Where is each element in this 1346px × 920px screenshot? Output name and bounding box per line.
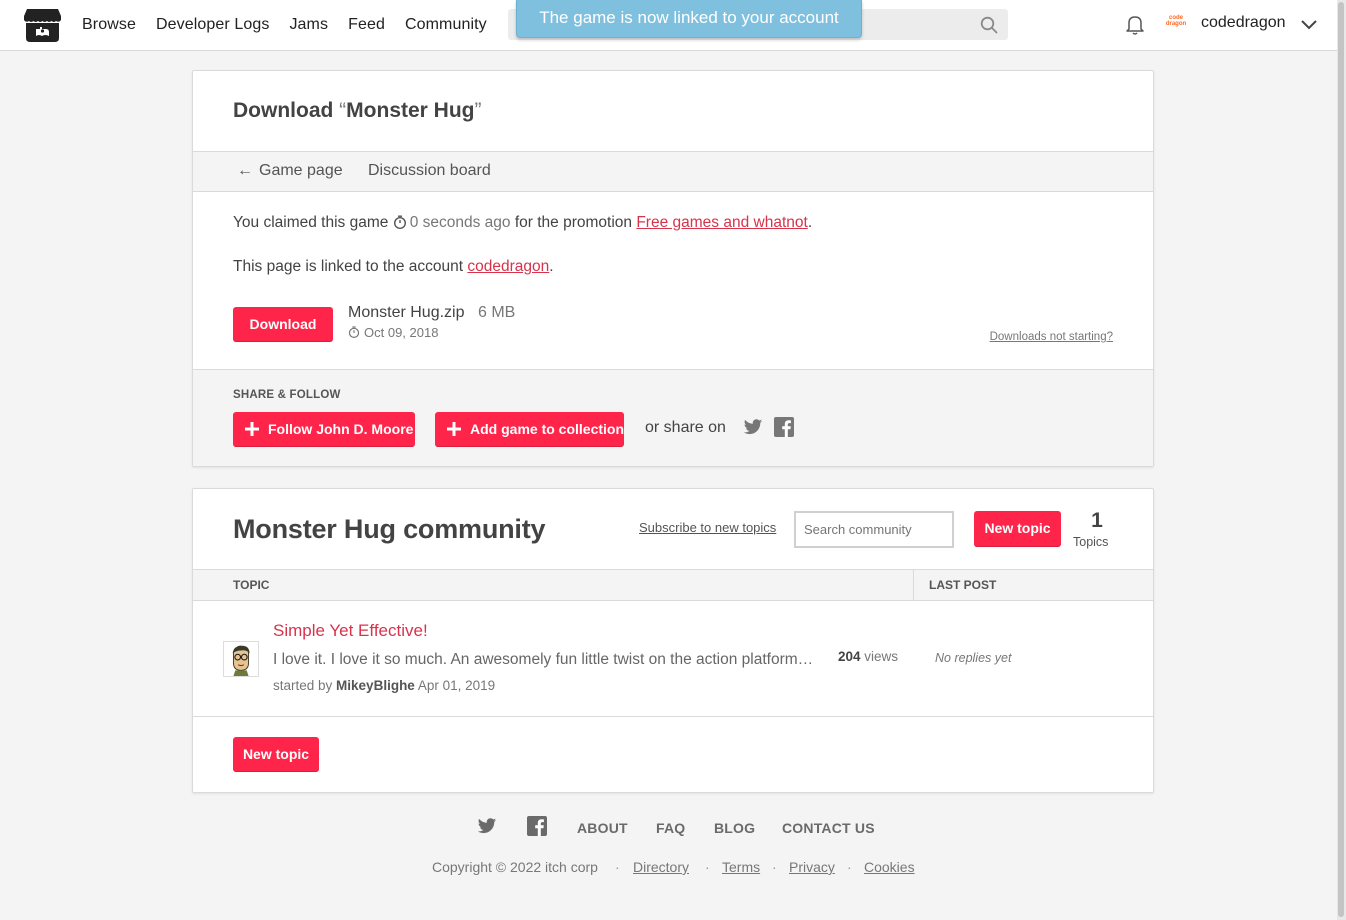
- twitter-icon[interactable]: [743, 419, 763, 436]
- footer-contact-link[interactable]: CONTACT US: [782, 820, 875, 836]
- footer-privacy-link[interactable]: Privacy: [789, 859, 835, 875]
- topic-count-label: Topics: [1073, 535, 1109, 549]
- share-on-label: or share on: [645, 419, 726, 436]
- plus-icon: [245, 422, 259, 436]
- community-title: Monster Hug community: [233, 514, 546, 544]
- community-search-input[interactable]: [794, 511, 954, 548]
- tab-discussion-board[interactable]: Discussion board: [368, 162, 491, 180]
- linked-account-info: This page is linked to the account coded…: [233, 258, 554, 275]
- itch-logo-icon[interactable]: [23, 7, 62, 43]
- follow-developer-button[interactable]: Follow John D. Moore: [233, 412, 415, 447]
- topic-excerpt: I love it. I love it so much. An awesome…: [273, 651, 821, 668]
- nav-feed[interactable]: Feed: [348, 16, 385, 34]
- topics-table-header: TOPIC LAST POST: [193, 569, 1153, 601]
- file-size: 6 MB: [478, 304, 516, 321]
- footer-about-link[interactable]: ABOUT: [577, 820, 628, 836]
- author-avatar[interactable]: [223, 641, 259, 677]
- claim-info: You claimed this game 0 seconds ago for …: [233, 214, 813, 231]
- footer-cookies-link[interactable]: Cookies: [864, 859, 915, 875]
- copyright-text: Copyright © 2022 itch corp: [432, 859, 598, 875]
- topic-count: 1: [1091, 509, 1103, 532]
- page-scrollbar[interactable]: [1337, 0, 1346, 920]
- arrow-left-icon: ←: [237, 162, 253, 179]
- subscribe-topics-link[interactable]: Subscribe to new topics: [639, 520, 776, 535]
- add-to-collection-button[interactable]: Add game to collection: [435, 412, 624, 447]
- column-divider: [913, 570, 914, 601]
- game-name: Monster Hug: [346, 99, 475, 122]
- notification-toast: The game is now linked to your account: [516, 0, 862, 38]
- nav-jams[interactable]: Jams: [289, 16, 328, 34]
- topic-date: Apr 01, 2019: [417, 678, 496, 693]
- share-label: SHARE & FOLLOW: [233, 389, 341, 401]
- file-name: Monster Hug.zip: [348, 304, 465, 321]
- column-header-topic: TOPIC: [233, 578, 270, 592]
- topic-author[interactable]: MikeyBlighe: [336, 678, 415, 693]
- footer-faq-link[interactable]: FAQ: [656, 820, 685, 836]
- username-label[interactable]: codedragon: [1201, 14, 1286, 32]
- facebook-icon[interactable]: [774, 417, 794, 437]
- topic-last-post: No replies yet: [935, 651, 1012, 665]
- share-follow-section: SHARE & FOLLOW Follow John D. Moore Add …: [193, 369, 1153, 466]
- topic-views: 204 views: [838, 649, 899, 664]
- community-panel: Monster Hug community Subscribe to new t…: [192, 488, 1154, 793]
- topic-meta: started by MikeyBlighe Apr 01, 2019: [273, 678, 496, 693]
- nav-browse[interactable]: Browse: [82, 16, 136, 34]
- footer-terms-link[interactable]: Terms: [722, 859, 760, 875]
- account-link[interactable]: codedragon: [467, 258, 549, 275]
- stopwatch-icon: [393, 215, 406, 229]
- table-row: Simple Yet Effective! I love it. I love …: [193, 601, 1153, 717]
- search-icon[interactable]: [980, 16, 998, 34]
- downloads-help-link[interactable]: Downloads not starting?: [990, 331, 1113, 343]
- stopwatch-icon: [348, 326, 360, 338]
- nav-community[interactable]: Community: [405, 16, 487, 34]
- facebook-icon[interactable]: [527, 816, 547, 836]
- top-header: Browse Developer Logs Jams Feed Communit…: [0, 0, 1337, 51]
- page-title: Download “Monster Hug”: [233, 99, 482, 122]
- twitter-icon[interactable]: [477, 818, 497, 835]
- new-topic-button[interactable]: New topic: [974, 511, 1061, 547]
- footer-links: ABOUT FAQ BLOG CONTACT US: [0, 816, 1346, 840]
- download-button[interactable]: Download: [233, 307, 333, 342]
- download-tabs: ← Game page Discussion board: [193, 151, 1153, 192]
- chevron-down-icon[interactable]: [1300, 17, 1318, 31]
- user-avatar[interactable]: code dragon: [1163, 15, 1189, 33]
- bell-icon[interactable]: [1125, 14, 1145, 36]
- promotion-link[interactable]: Free games and whatnot: [636, 214, 807, 231]
- footer-directory-link[interactable]: Directory: [633, 859, 689, 875]
- tab-game-page[interactable]: ← Game page: [237, 162, 343, 180]
- main-nav: Browse Developer Logs Jams Feed Communit…: [82, 0, 507, 50]
- nav-developer-logs[interactable]: Developer Logs: [156, 16, 269, 34]
- column-header-last-post: LAST POST: [929, 578, 997, 592]
- new-topic-button-bottom[interactable]: New topic: [233, 737, 319, 772]
- footer-blog-link[interactable]: BLOG: [714, 820, 755, 836]
- claim-time: 0 seconds ago: [409, 214, 511, 231]
- download-panel: Download “Monster Hug” ← Game page Discus…: [192, 70, 1154, 467]
- file-date: Oct 09, 2018: [348, 325, 438, 340]
- scrollbar-thumb[interactable]: [1338, 2, 1344, 917]
- topic-title-link[interactable]: Simple Yet Effective!: [273, 621, 428, 641]
- plus-icon: [447, 422, 461, 436]
